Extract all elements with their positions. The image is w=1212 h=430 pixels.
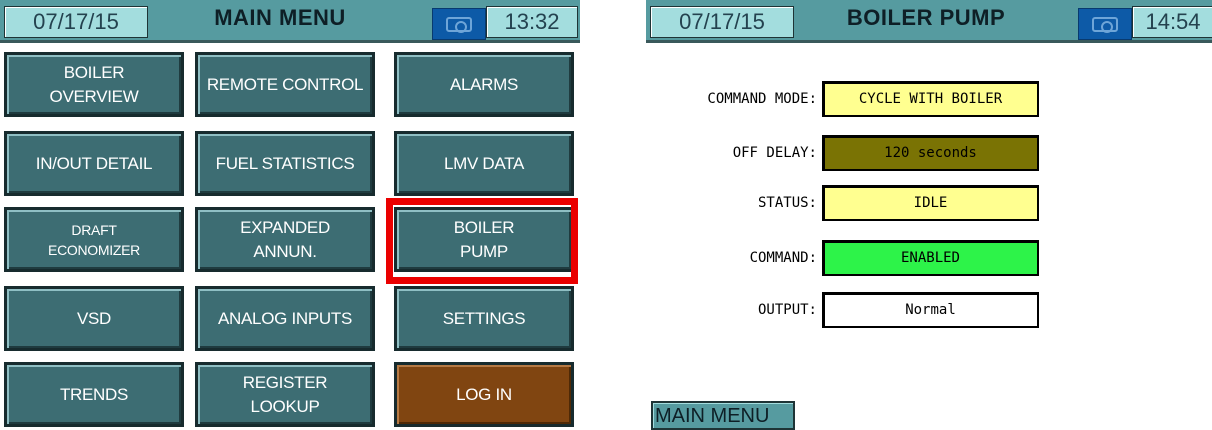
output-label: OUTPUT:	[757, 302, 817, 318]
time-display: 13:32	[486, 6, 578, 38]
log-in-button[interactable]: LOG IN	[394, 362, 574, 427]
off-delay-value[interactable]: 120 seconds	[822, 135, 1039, 171]
boiler-pump-screen: 07/17/15 BOILER PUMP 14:54 COMMAND MODE:…	[646, 0, 1212, 430]
alarms-button[interactable]: ALARMS	[394, 52, 574, 117]
command-label: COMMAND:	[749, 250, 817, 266]
page-title: MAIN MENU	[214, 5, 346, 30]
header-bar: 07/17/15 MAIN MENU 13:32	[0, 0, 580, 43]
boiler-overview-button[interactable]: BOILER OVERVIEW	[4, 52, 184, 117]
command-mode-label: COMMAND MODE:	[707, 91, 817, 107]
page-title: BOILER PUMP	[846, 5, 1006, 30]
main-menu-button[interactable]: MAIN MENU	[651, 401, 795, 430]
analog-inputs-button[interactable]: ANALOG INPUTS	[195, 286, 375, 351]
command-mode-value[interactable]: CYCLE WITH BOILER	[822, 81, 1039, 117]
main-menu-screen: 07/17/15 MAIN MENU 13:32 BOILER OVERVIEW…	[0, 0, 580, 430]
status-value: IDLE	[822, 185, 1039, 221]
draft-economizer-button[interactable]: DRAFT ECONOMIZER	[4, 207, 184, 272]
off-delay-label: OFF DELAY:	[732, 145, 817, 161]
camera-icon[interactable]	[1078, 8, 1132, 40]
command-value[interactable]: ENABLED	[822, 240, 1039, 276]
time-display: 14:54	[1132, 6, 1212, 38]
vsd-button[interactable]: VSD	[4, 286, 184, 351]
expanded-annun-button[interactable]: EXPANDED ANNUN.	[195, 207, 375, 272]
remote-control-button[interactable]: REMOTE CONTROL	[195, 52, 375, 117]
output-value: Normal	[822, 292, 1039, 328]
camera-icon[interactable]	[432, 8, 486, 40]
lmv-data-button[interactable]: LMV DATA	[394, 131, 574, 196]
trends-button[interactable]: TRENDS	[4, 362, 184, 427]
date-display: 07/17/15	[4, 6, 148, 38]
settings-button[interactable]: SETTINGS	[394, 286, 574, 351]
fuel-statistics-button[interactable]: FUEL STATISTICS	[195, 131, 375, 196]
date-display: 07/17/15	[650, 6, 794, 38]
register-lookup-button[interactable]: REGISTER LOOKUP	[195, 362, 375, 427]
status-label: STATUS:	[757, 195, 817, 211]
boiler-pump-button[interactable]: BOILER PUMP	[394, 207, 574, 272]
in-out-detail-button[interactable]: IN/OUT DETAIL	[4, 131, 184, 196]
header-bar: 07/17/15 BOILER PUMP 14:54	[646, 0, 1212, 43]
